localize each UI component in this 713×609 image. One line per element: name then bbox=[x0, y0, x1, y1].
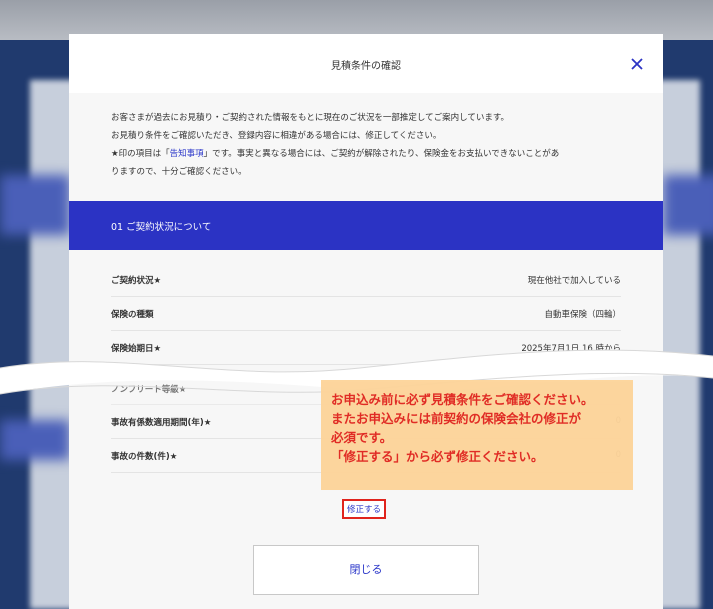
notification-link[interactable]: 告知事項 bbox=[170, 149, 204, 159]
row-value: 自動車保険（四輪） bbox=[544, 310, 621, 320]
intro-line-suffix: 」です。事実と異なる場合には、ご契約が解除されたり、保険金をお支払いできないこと… bbox=[203, 149, 560, 159]
intro-text: お客さまが過去にお見積り・ご契約された情報をもとに現在のご状況を一部推定してご案… bbox=[111, 109, 641, 181]
intro-line: お見積り条件をご確認いただき、登録内容に相違がある場合には、修正してください。 bbox=[111, 131, 442, 141]
estimate-confirm-modal: 見積条件の確認 お客さまが過去にお見積り・ご契約された情報をもとに現在のご状況を… bbox=[69, 34, 663, 609]
row-label: ご契約状況★ bbox=[111, 276, 162, 286]
edit-button[interactable]: 修正する bbox=[342, 499, 387, 519]
intro-line: お客さまが過去にお見積り・ご契約された情報をもとに現在のご状況を一部推定してご案… bbox=[111, 113, 509, 123]
table-row: 保険の種類 自動車保険（四輪） bbox=[111, 297, 621, 331]
callout-line: 必須です。 bbox=[331, 430, 393, 445]
row-value: 現在他社で加入している bbox=[527, 276, 621, 286]
callout-line: またお申込みには前契約の保険会社の修正が bbox=[331, 411, 582, 426]
row-label: 事故の件数(件)★ bbox=[111, 452, 178, 462]
intro-line-prefix: ★印の項目は「 bbox=[111, 149, 170, 159]
backdrop-decoration bbox=[0, 420, 70, 460]
table-row: ご契約状況★ 現在他社で加入している bbox=[111, 263, 621, 297]
callout-line: 「修正する」から必ず修正ください。 bbox=[331, 449, 544, 464]
intro-line: りますので、十分ご確認ください。 bbox=[111, 167, 247, 177]
modal-header: 見積条件の確認 bbox=[69, 34, 663, 93]
intro-line: ★印の項目は「告知事項」です。事実と異なる場合には、ご契約が解除されたり、保険金… bbox=[111, 145, 641, 163]
section-title: 01 ご契約状況について bbox=[111, 222, 212, 233]
section-header: 01 ご契約状況について bbox=[69, 201, 663, 250]
callout-line: お申込み前に必ず見積条件をご確認ください。 bbox=[331, 392, 594, 407]
row-label: 保険の種類 bbox=[111, 310, 154, 320]
warning-callout: お申込み前に必ず見積条件をご確認ください。 またお申込みには前契約の保険会社の修… bbox=[321, 380, 633, 490]
row-label: 事故有係数適用期間(年)★ bbox=[111, 418, 212, 428]
close-icon[interactable] bbox=[629, 56, 645, 72]
close-modal-button[interactable]: 閉じる bbox=[253, 545, 479, 595]
backdrop-decoration bbox=[0, 175, 70, 235]
backdrop-decoration bbox=[663, 175, 713, 235]
modal-title: 見積条件の確認 bbox=[331, 61, 401, 72]
